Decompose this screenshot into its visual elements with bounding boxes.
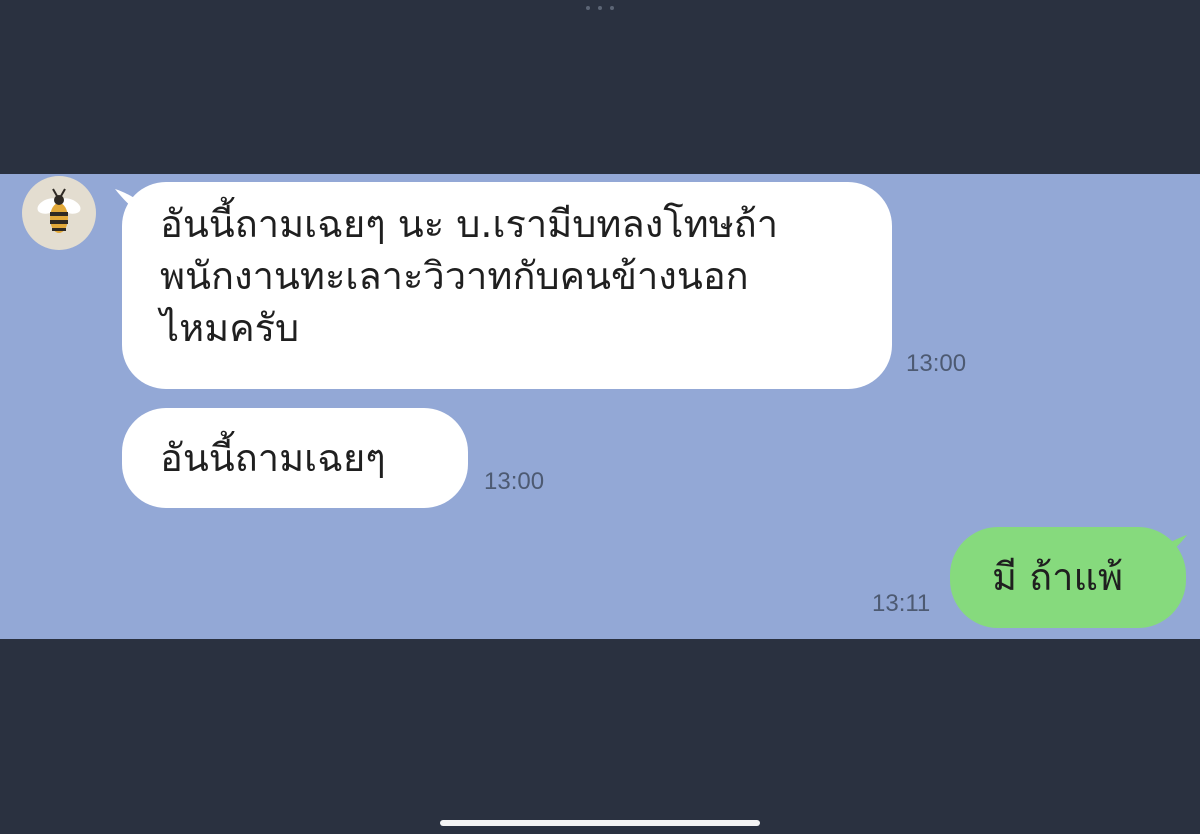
outgoing-message-bubble[interactable]: มี ถ้าแพ้ [950,527,1186,628]
message-timestamp: 13:11 [872,590,931,617]
incoming-message-bubble[interactable]: อันนี้ถามเฉยๆ นะ บ.เรามีบทลงโทษถ้า พนักง… [122,182,892,389]
message-text-line: ไหมครับ [160,306,300,350]
home-indicator[interactable] [440,820,760,826]
sender-avatar[interactable] [22,176,96,250]
chat-area[interactable]: อันนี้ถามเฉยๆ นะ บ.เรามีบทลงโทษถ้า พนักง… [0,174,1200,639]
message-text-line: อันนี้ถามเฉยๆ นะ บ.เรามีบทลงโทษถ้า [160,202,779,246]
phone-screen: อันนี้ถามเฉยๆ นะ บ.เรามีบทลงโทษถ้า พนักง… [0,0,1200,834]
incoming-message-bubble[interactable]: อันนี้ถามเฉยๆ [122,408,468,508]
message-text-line: มี ถ้าแพ้ [992,555,1124,599]
bee-icon [37,188,81,233]
more-dots-icon[interactable] [586,2,614,14]
message-text-line: อันนี้ถามเฉยๆ [160,436,386,480]
message-text-line: พนักงานทะเลาะวิวาทกับคนข้างนอก [160,254,749,298]
message-timestamp: 13:00 [906,350,967,377]
message-timestamp: 13:00 [484,468,545,495]
